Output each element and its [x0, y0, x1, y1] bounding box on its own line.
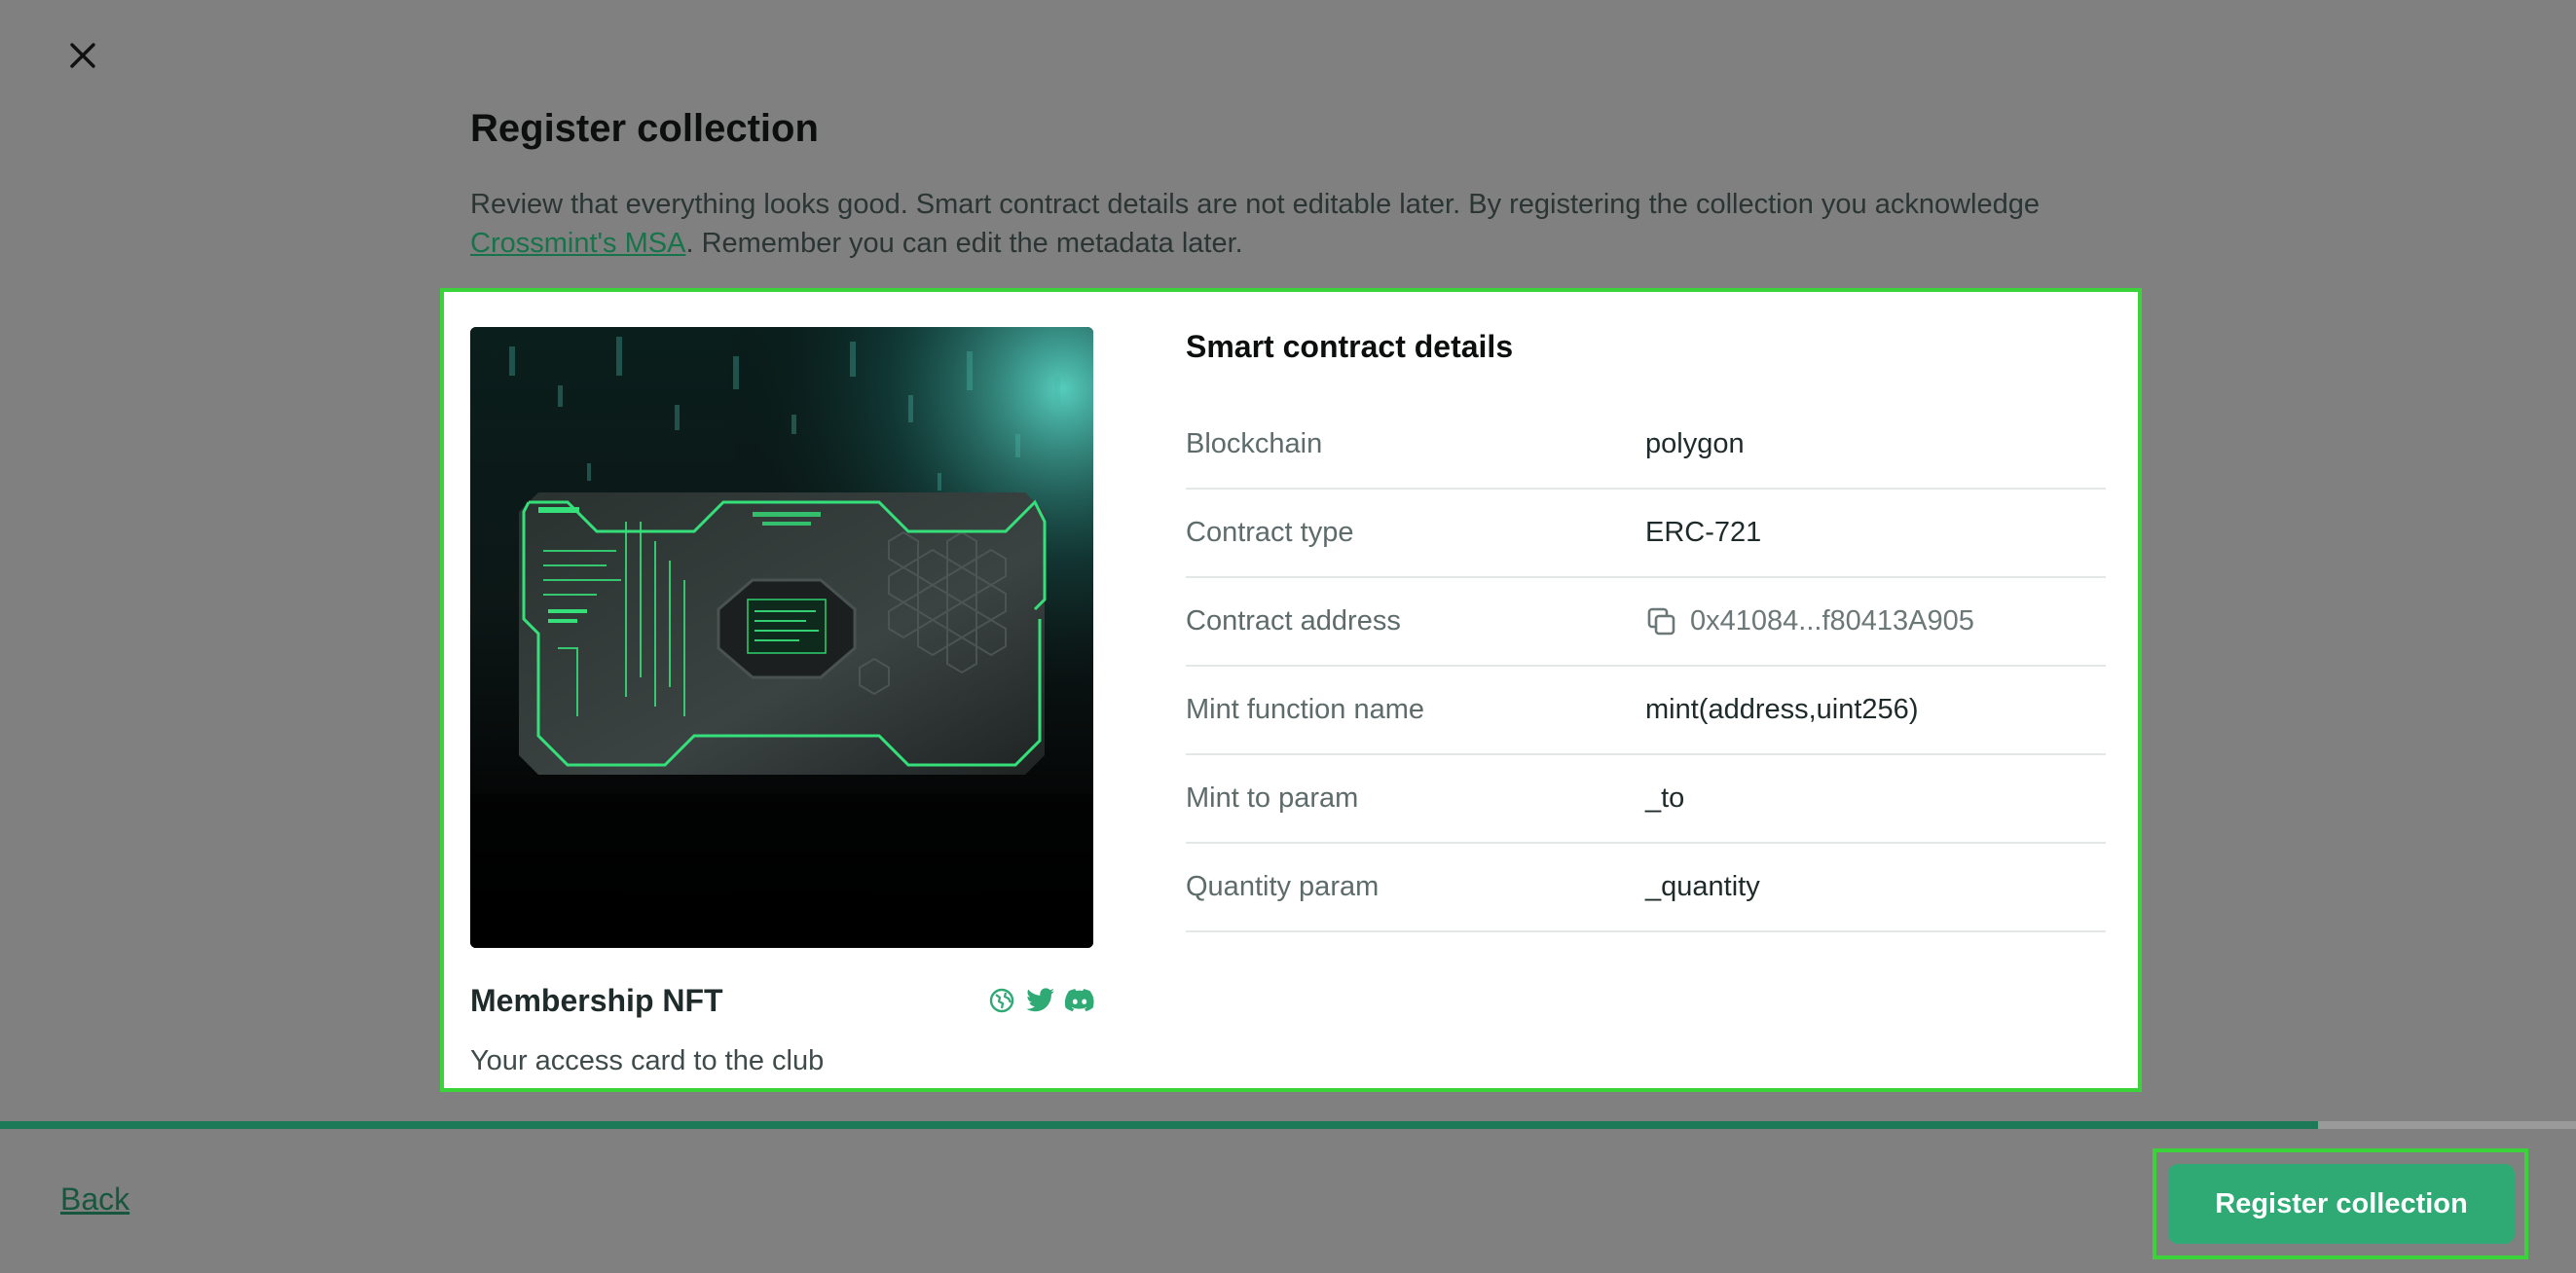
progress-bar-fill	[0, 1121, 2319, 1129]
details-title: Smart contract details	[1186, 329, 1514, 364]
discord-icon	[1065, 989, 1094, 1012]
page-title: Register collection	[470, 107, 819, 150]
detail-value: _to	[1645, 782, 1685, 814]
website-link[interactable]	[987, 986, 1016, 1015]
detail-value: ERC-721	[1645, 517, 1762, 548]
detail-label: Quantity param	[1186, 871, 1380, 902]
social-links	[987, 986, 1094, 1015]
intro-text-suffix: . Remember you can edit the metadata lat…	[685, 228, 1243, 259]
detail-row-quantity-param: Quantity param _quantity	[1186, 844, 2106, 932]
progress-bar	[0, 1121, 2576, 1129]
contract-address-copy[interactable]: 0x41084...f80413A905	[1645, 605, 1974, 638]
collection-description: Your access card to the club	[470, 1045, 825, 1076]
collection-image	[470, 327, 1093, 948]
globe-icon	[989, 988, 1014, 1013]
detail-value: _quantity	[1645, 871, 1760, 902]
twitter-link[interactable]	[1026, 986, 1055, 1015]
collection-name: Membership NFT	[470, 983, 723, 1018]
detail-value: polygon	[1645, 428, 1745, 459]
detail-row-contract-type: Contract type ERC-721	[1186, 490, 2106, 578]
register-collection-button[interactable]: Register collection	[2168, 1164, 2515, 1244]
intro-text-prefix: Review that everything looks good. Smart…	[470, 189, 2041, 220]
detail-label: Blockchain	[1186, 428, 1323, 459]
detail-row-blockchain: Blockchain polygon	[1186, 401, 2106, 490]
twitter-icon	[1026, 988, 1054, 1012]
contract-address-value: 0x41084...f80413A905	[1690, 605, 1974, 636]
close-button[interactable]	[60, 33, 105, 78]
detail-label: Contract address	[1186, 605, 1401, 636]
detail-row-mint-to-param: Mint to param _to	[1186, 755, 2106, 844]
detail-value: mint(address,uint256)	[1645, 694, 1919, 725]
smart-contract-details: Blockchain polygon Contract type ERC-721…	[1186, 401, 2106, 932]
back-link[interactable]: Back	[60, 1182, 129, 1218]
detail-label: Mint function name	[1186, 694, 1425, 725]
detail-row-contract-address: Contract address 0x41084...f80413A905	[1186, 578, 2106, 667]
detail-label: Mint to param	[1186, 782, 1359, 814]
intro-text: Review that everything looks good. Smart…	[470, 185, 2145, 263]
discord-link[interactable]	[1065, 986, 1094, 1015]
detail-row-mint-function: Mint function name mint(address,uint256)	[1186, 667, 2106, 755]
copy-icon	[1647, 607, 1675, 635]
close-icon	[70, 43, 95, 68]
msa-link[interactable]: Crossmint's MSA	[470, 228, 685, 259]
register-button-highlight: Register collection	[2153, 1148, 2528, 1259]
detail-label: Contract type	[1186, 517, 1354, 548]
